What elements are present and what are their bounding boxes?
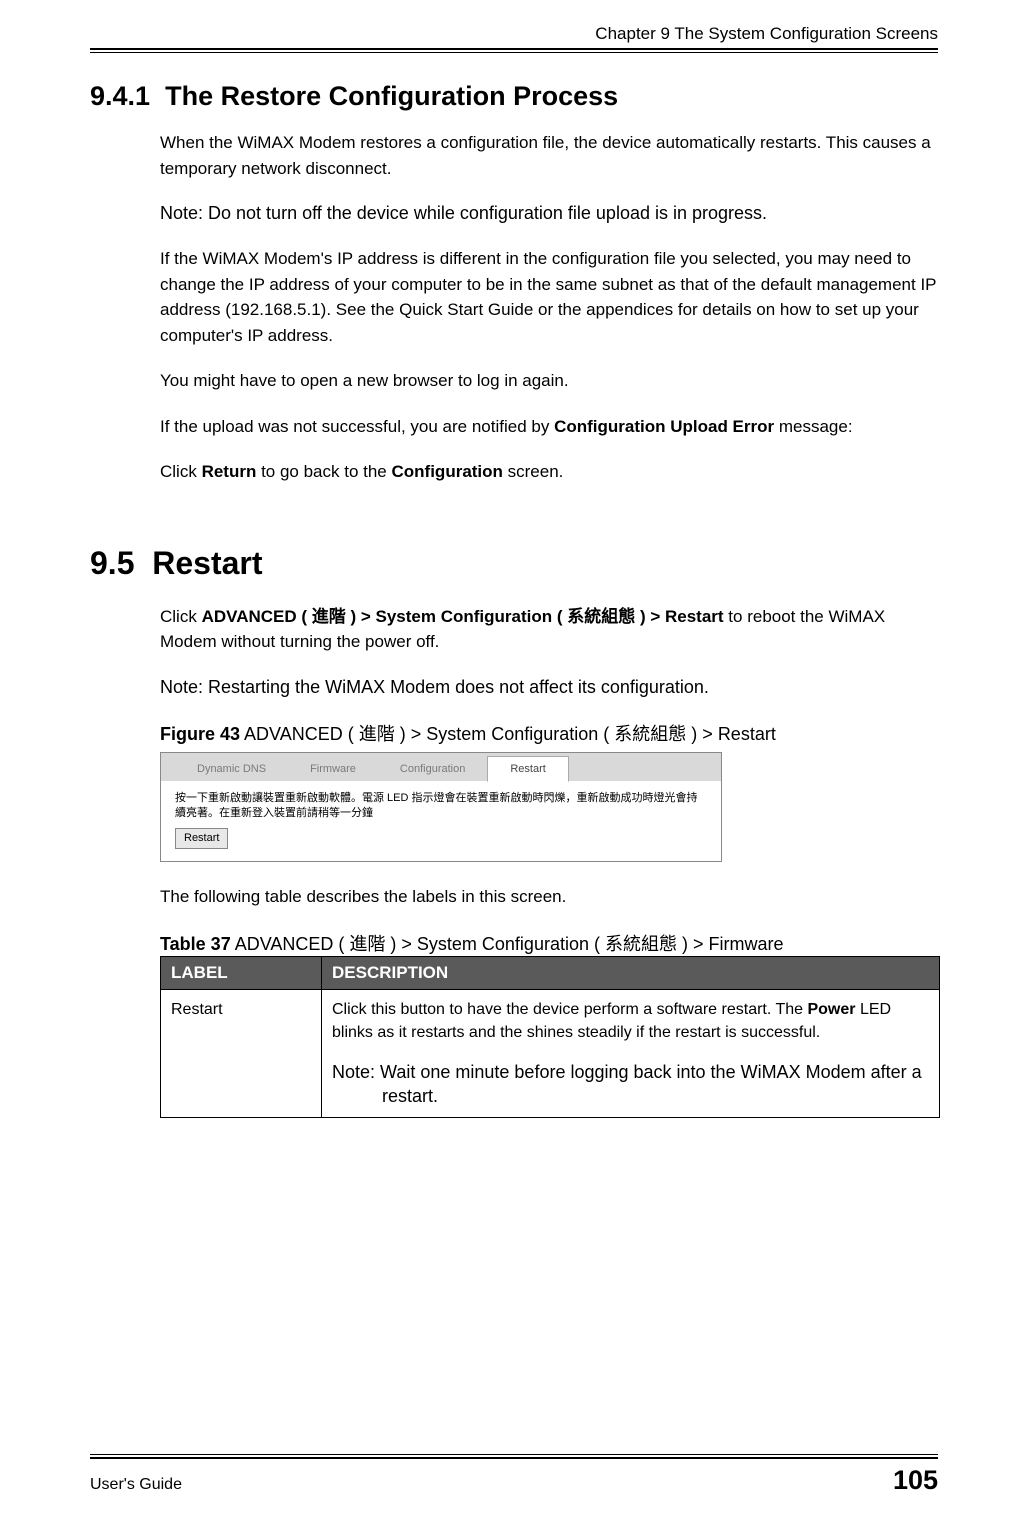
table-header-description: DESCRIPTION: [322, 956, 940, 989]
figure-title: ADVANCED ( 進階 ) > System Configuration (…: [240, 724, 776, 744]
bold-text: Configuration Upload Error: [554, 417, 774, 436]
paragraph: Click ADVANCED ( 進階 ) > System Configura…: [160, 604, 938, 655]
table-caption: Table 37 ADVANCED ( 進階 ) > System Config…: [160, 930, 938, 956]
footer-page-number: 105: [893, 1465, 938, 1496]
paragraph: If the WiMAX Modem's IP address is diffe…: [160, 246, 938, 348]
figure-caption: Figure 43 ADVANCED ( 進階 ) > System Confi…: [160, 720, 938, 746]
text: If the upload was not successful, you ar…: [160, 417, 554, 436]
restart-button[interactable]: Restart: [175, 828, 228, 849]
description-table: LABEL DESCRIPTION Restart Click this but…: [160, 956, 940, 1118]
embedded-screenshot: Dynamic DNS Firmware Configuration Resta…: [160, 752, 722, 862]
header-rule-thin: [90, 52, 938, 53]
table-note: Note: Wait one minute before logging bac…: [332, 1060, 929, 1109]
heading-9-5: 9.5 Restart: [90, 545, 938, 582]
bold-text: Power: [807, 1001, 855, 1018]
heading-number: 9.5: [90, 545, 134, 581]
table-title: ADVANCED ( 進階 ) > System Configuration (…: [231, 934, 784, 954]
page-footer: User's Guide 105: [90, 1454, 938, 1496]
footer-guide-label: User's Guide: [90, 1476, 182, 1494]
text: Click: [160, 607, 202, 626]
bold-text: ADVANCED ( 進階 ) > System Configuration (…: [202, 607, 724, 626]
table-cell-label: Restart: [161, 989, 322, 1117]
tab-firmware[interactable]: Firmware: [288, 757, 378, 781]
heading-number: 9.4.1: [90, 81, 150, 111]
tab-bar: Dynamic DNS Firmware Configuration Resta…: [161, 753, 721, 781]
text: to go back to the: [256, 462, 391, 481]
tab-configuration[interactable]: Configuration: [378, 757, 487, 781]
heading-title: Restart: [152, 545, 262, 581]
table-number: Table 37: [160, 934, 231, 954]
tab-restart[interactable]: Restart: [487, 756, 568, 782]
paragraph: The following table describes the labels…: [160, 884, 938, 910]
heading-9-4-1: 9.4.1 The Restore Configuration Process: [90, 81, 938, 112]
text: message:: [774, 417, 852, 436]
text: Click this button to have the device per…: [332, 1001, 807, 1018]
table-row: Restart Click this button to have the de…: [161, 989, 940, 1117]
paragraph: If the upload was not successful, you ar…: [160, 414, 938, 440]
paragraph: When the WiMAX Modem restores a configur…: [160, 130, 938, 181]
heading-title: The Restore Configuration Process: [165, 81, 618, 111]
note: Note: Do not turn off the device while c…: [160, 201, 938, 226]
paragraph: You might have to open a new browser to …: [160, 368, 938, 394]
table-cell-description: Click this button to have the device per…: [322, 989, 940, 1117]
paragraph: Click Return to go back to the Configura…: [160, 459, 938, 485]
figure-number: Figure 43: [160, 724, 240, 744]
header-rule-thick: [90, 48, 938, 50]
tab-dynamic-dns[interactable]: Dynamic DNS: [175, 757, 288, 781]
footer-rule-thin: [90, 1454, 938, 1455]
running-header: Chapter 9 The System Configuration Scree…: [90, 24, 938, 44]
bold-text: Configuration: [392, 462, 503, 481]
screenshot-text: 按一下重新啟動讓裝置重新啟動軟體。電源 LED 指示燈會在裝置重新啟動時閃爍，重…: [175, 791, 707, 822]
screenshot-body: 按一下重新啟動讓裝置重新啟動軟體。電源 LED 指示燈會在裝置重新啟動時閃爍，重…: [161, 781, 721, 861]
bold-text: Return: [202, 462, 257, 481]
footer-rule-thick: [90, 1457, 938, 1459]
text: screen.: [503, 462, 563, 481]
note: Note: Restarting the WiMAX Modem does no…: [160, 675, 938, 700]
table-header-label: LABEL: [161, 956, 322, 989]
table-header-row: LABEL DESCRIPTION: [161, 956, 940, 989]
text: Click: [160, 462, 202, 481]
